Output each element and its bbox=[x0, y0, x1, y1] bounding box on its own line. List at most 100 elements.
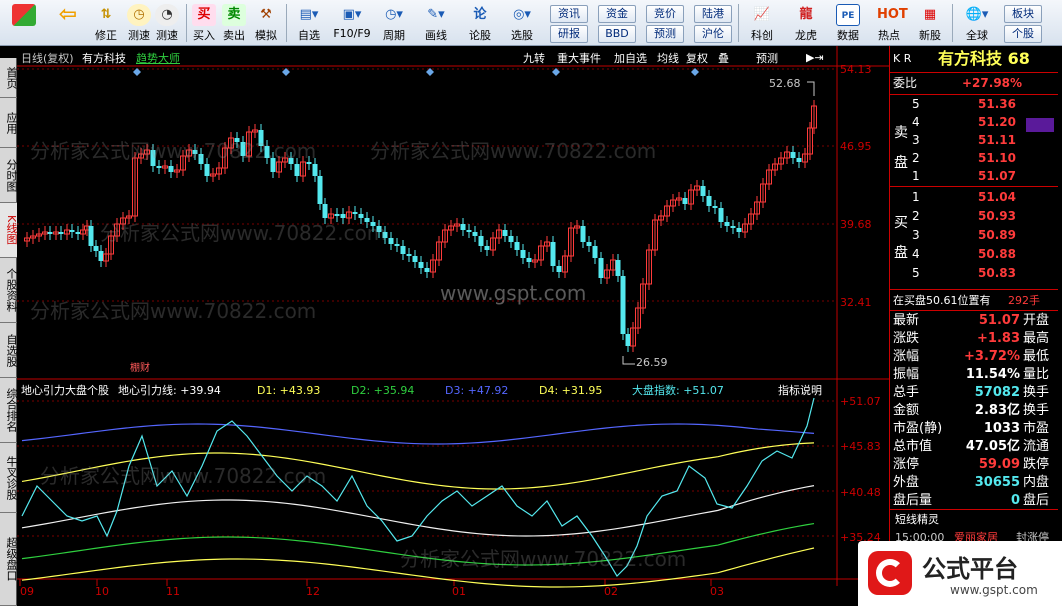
watchlist-button[interactable]: ▤▾ 自选 bbox=[290, 1, 328, 45]
tab-intraday[interactable]: 分时图 bbox=[0, 148, 18, 203]
date-tick: 02 bbox=[604, 585, 618, 598]
forecast-button-chart[interactable]: 预测 bbox=[756, 52, 778, 65]
bbd-button[interactable]: BBD bbox=[598, 25, 636, 43]
logo-url: www.gspt.com bbox=[950, 583, 1038, 597]
candle-body-down bbox=[98, 251, 104, 261]
stock-select-button[interactable]: ◎▾ 选股 bbox=[502, 1, 542, 45]
shanghai-london-button[interactable]: 沪伦 bbox=[694, 25, 732, 43]
field-label-right: 市盈 bbox=[1023, 421, 1050, 436]
buy-level-row[interactable]: 4 50.88 bbox=[890, 246, 1058, 263]
buy-button[interactable]: 买买入 bbox=[190, 1, 218, 45]
ipo-button[interactable]: ▦ 新股 bbox=[910, 1, 950, 45]
buy-level-row[interactable]: 5 50.83 bbox=[890, 265, 1058, 282]
field-value: +1.83 bbox=[977, 331, 1020, 346]
measure-button[interactable]: ◔ 测速 bbox=[151, 1, 183, 45]
tab-profile[interactable]: 个股资料 bbox=[0, 258, 18, 323]
sector-button[interactable]: 板块 bbox=[1004, 5, 1042, 23]
candle-body-down bbox=[93, 246, 99, 251]
overlay-button[interactable]: 叠 bbox=[718, 52, 729, 65]
buy-label: 买入 bbox=[193, 29, 215, 42]
weibi-row: 委比 +27.98% bbox=[890, 75, 1058, 92]
global-button[interactable]: 🌐▾ 全球 bbox=[956, 1, 998, 45]
candle-body-down bbox=[69, 230, 75, 232]
level-price: 51.10 bbox=[978, 151, 1016, 165]
buy-level-row[interactable]: 1 51.04 bbox=[890, 189, 1058, 206]
level-number: 3 bbox=[912, 228, 920, 242]
nine-turn-button[interactable]: 九转 bbox=[523, 52, 545, 65]
major-events-button[interactable]: 重大事件 bbox=[557, 52, 601, 65]
forum-button[interactable]: 论论股 bbox=[462, 1, 498, 45]
sell-level-row[interactable]: 1 51.07 bbox=[890, 168, 1058, 185]
buy-level-row[interactable]: 2 50.93 bbox=[890, 208, 1058, 225]
candle-body-down bbox=[47, 232, 53, 234]
sell-button[interactable]: 卖卖出 bbox=[220, 1, 248, 45]
candle-body-down bbox=[358, 214, 364, 218]
candle-body-down bbox=[615, 260, 621, 276]
adjust-button[interactable]: 复权 bbox=[686, 52, 708, 65]
add-watchlist-button[interactable]: 加自选 bbox=[614, 52, 647, 65]
buy-level-row[interactable]: 3 50.89 bbox=[890, 227, 1058, 244]
date-tick: 11 bbox=[166, 585, 180, 598]
event-tag[interactable]: 棚财 bbox=[130, 362, 150, 375]
f10-button[interactable]: ▣▾ F10/F9 bbox=[330, 1, 374, 45]
sell-level-row[interactable]: 2 51.10 bbox=[890, 150, 1058, 167]
fix-button[interactable]: ⇅ 修正 bbox=[90, 1, 122, 45]
candle-body-down bbox=[322, 204, 328, 218]
simulate-button[interactable]: ⚒ 模拟 bbox=[250, 1, 282, 45]
back-button[interactable]: ⇦ bbox=[48, 1, 88, 45]
indicator-help-button[interactable]: 指标说明 bbox=[778, 384, 822, 397]
toolbar-separator bbox=[738, 4, 739, 42]
period-label[interactable]: 日线(复权) bbox=[21, 52, 74, 65]
star-market-button[interactable]: 📈 科创 bbox=[742, 1, 782, 45]
funds-button[interactable]: 资金 bbox=[598, 5, 636, 23]
short-line-title[interactable]: 短线精灵 bbox=[895, 511, 939, 528]
draw-line-button[interactable]: ✎▾ 画线 bbox=[418, 1, 454, 45]
forecast-button[interactable]: 预测 bbox=[646, 25, 684, 43]
tab-super-order[interactable]: 超级盘口 bbox=[0, 513, 18, 606]
speed-test-button[interactable]: ◷ 测速 bbox=[124, 1, 154, 45]
indicator-name-link[interactable]: 趋势大师 bbox=[136, 52, 180, 65]
ipo-label: 新股 bbox=[919, 29, 941, 42]
tab-diagnosis[interactable]: 牛叉诊股 bbox=[0, 443, 18, 513]
quote-field-row: 盘后量 0 盘后 bbox=[890, 492, 1058, 509]
dragon-tiger-button[interactable]: 龍龙虎 bbox=[786, 1, 826, 45]
field-value: 2.83亿 bbox=[974, 403, 1020, 418]
price-tick: 54.13 bbox=[840, 63, 872, 76]
news-button[interactable]: 资讯 bbox=[550, 5, 588, 23]
short-line-title-row: 短线精灵 bbox=[890, 511, 1058, 528]
field-value: 51.07 bbox=[978, 313, 1020, 328]
candle-body-down bbox=[478, 236, 484, 246]
auction-button[interactable]: 竞价 bbox=[646, 5, 684, 23]
tab-kline[interactable]: K线图 bbox=[0, 203, 18, 258]
back-arrow-icon: ⇦ bbox=[58, 2, 78, 27]
single-stock-button[interactable]: 个股 bbox=[1004, 25, 1042, 43]
draw-line-label: 画线 bbox=[425, 29, 447, 42]
hotspot-button[interactable]: HOT 热点 bbox=[870, 1, 908, 45]
divider bbox=[890, 186, 1058, 187]
weibi-label: 委比 bbox=[893, 76, 918, 90]
moving-average-button[interactable]: 均线 bbox=[657, 52, 679, 65]
play-arrow-icon[interactable]: ▶⇥ bbox=[806, 51, 824, 64]
tab-ranking[interactable]: 综合排名 bbox=[0, 378, 18, 443]
tab-home[interactable]: 首页 bbox=[0, 58, 18, 98]
tab-apps[interactable]: 应用 bbox=[0, 98, 18, 148]
brand-logo: 公式平台 www.gspt.com bbox=[858, 541, 1062, 606]
kline-chart[interactable] bbox=[17, 46, 889, 606]
app-grid-button[interactable] bbox=[4, 1, 44, 45]
field-label: 外盘 bbox=[893, 475, 920, 490]
tab-watchlist[interactable]: 自选股 bbox=[0, 323, 18, 378]
divider bbox=[890, 289, 1058, 290]
research-button[interactable]: 研报 bbox=[550, 25, 588, 43]
level-number: 5 bbox=[912, 97, 920, 111]
field-label-right: 盘后 bbox=[1023, 493, 1050, 508]
ipo-icon: ▦ bbox=[923, 7, 937, 22]
logo-g-icon bbox=[868, 551, 912, 595]
sell-level-row[interactable]: 5 51.36 bbox=[890, 96, 1058, 113]
d4-value: D4: +31.95 bbox=[539, 384, 603, 397]
hk-connect-button[interactable]: 陆港 bbox=[694, 5, 732, 23]
sell-level-row[interactable]: 3 51.11 bbox=[890, 132, 1058, 149]
level-number: 2 bbox=[912, 151, 920, 165]
period-button[interactable]: ◷▾ 周期 bbox=[376, 1, 412, 45]
data-button[interactable]: PE 数据 bbox=[828, 1, 868, 45]
level-number: 1 bbox=[912, 190, 920, 204]
